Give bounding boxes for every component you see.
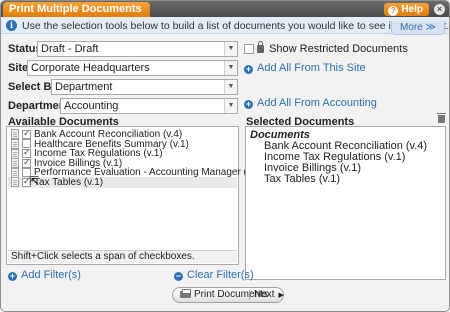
dialog-title: Print Multiple Documents — [3, 2, 150, 17]
printer-icon — [180, 289, 191, 298]
title-bar: Print Multiple Documents ? Help × — [1, 1, 449, 17]
document-label: Tax Tables (v.1) — [34, 177, 104, 188]
show-restricted-label: Show Restricted Documents — [269, 43, 408, 55]
status-select[interactable]: Draft - Draft ▼ — [37, 41, 238, 57]
site-select[interactable]: Corporate Headquarters ▼ — [27, 60, 238, 76]
clear-filters-label: Clear Filter(s) — [187, 269, 254, 281]
department-select[interactable]: Accounting ▼ — [60, 98, 238, 114]
site-value: Corporate Headquarters — [31, 62, 150, 74]
info-bar: i Use the selection tools below to build… — [1, 17, 449, 34]
add-filters-label: Add Filter(s) — [21, 269, 81, 281]
more-button[interactable]: More ≫ — [390, 21, 445, 35]
document-checkbox[interactable] — [22, 128, 31, 139]
mouse-cursor-icon: ⇱ — [29, 174, 40, 188]
selected-document-item: Tax Tables (v.1) — [264, 173, 341, 185]
add-filters-link[interactable]: + Add Filter(s) — [8, 269, 81, 281]
next-label: Next — [254, 289, 275, 300]
add-all-from-site-link[interactable]: + Add All From This Site — [244, 62, 366, 74]
available-document-row[interactable]: Tax Tables (v.1) — [8, 176, 237, 188]
help-icon: ? — [388, 6, 399, 16]
trash-icon[interactable] — [437, 113, 446, 123]
add-all-from-accounting-link[interactable]: + Add All From Accounting — [244, 97, 377, 109]
plus-icon: + — [244, 64, 253, 74]
minus-icon: − — [174, 271, 183, 281]
button-divider — [249, 290, 250, 300]
help-label: Help — [401, 4, 423, 15]
status-value: Draft - Draft — [41, 43, 99, 55]
available-documents-list[interactable]: Bank Account Reconciliation (v.4)Healthc… — [6, 126, 263, 265]
add-all-from-site-label: Add All From This Site — [257, 62, 366, 74]
lock-icon — [257, 41, 264, 54]
clear-filters-link[interactable]: − Clear Filter(s) — [174, 269, 254, 281]
footer-button-group: Print Documents Next ▶ — [172, 287, 284, 303]
chevron-down-icon: ▼ — [224, 99, 237, 113]
show-restricted-toggle[interactable]: Show Restricted Documents — [244, 41, 408, 55]
plus-icon: + — [8, 271, 17, 281]
chevron-down-icon: ▼ — [224, 61, 237, 75]
plus-icon: + — [244, 99, 253, 109]
print-multiple-documents-dialog: Print Multiple Documents ? Help × i Use t… — [0, 0, 450, 312]
select-by-select[interactable]: Department ▼ — [51, 79, 238, 95]
close-button[interactable]: × — [434, 4, 445, 15]
info-text: Use the selection tools below to build a… — [22, 20, 450, 32]
department-value: Accounting — [64, 100, 119, 112]
show-restricted-checkbox[interactable] — [244, 44, 254, 55]
site-label: Site — [8, 62, 29, 74]
document-checkbox[interactable] — [22, 157, 31, 168]
select-by-value: Department — [55, 81, 113, 93]
info-icon: i — [6, 20, 17, 31]
document-icon — [11, 177, 19, 188]
shift-click-hint: Shift+Click selects a span of checkboxes… — [8, 250, 237, 263]
chevron-down-icon: ▼ — [224, 80, 237, 94]
chevron-down-icon: ▼ — [224, 42, 237, 56]
help-button[interactable]: ? Help — [384, 3, 429, 16]
selected-documents-list: Documents Bank Account Reconciliation (v… — [245, 126, 446, 280]
add-all-from-accounting-label: Add All From Accounting — [257, 97, 377, 109]
play-arrow-icon: ▶ — [276, 292, 284, 299]
next-button[interactable]: Next ▶ — [254, 288, 284, 303]
